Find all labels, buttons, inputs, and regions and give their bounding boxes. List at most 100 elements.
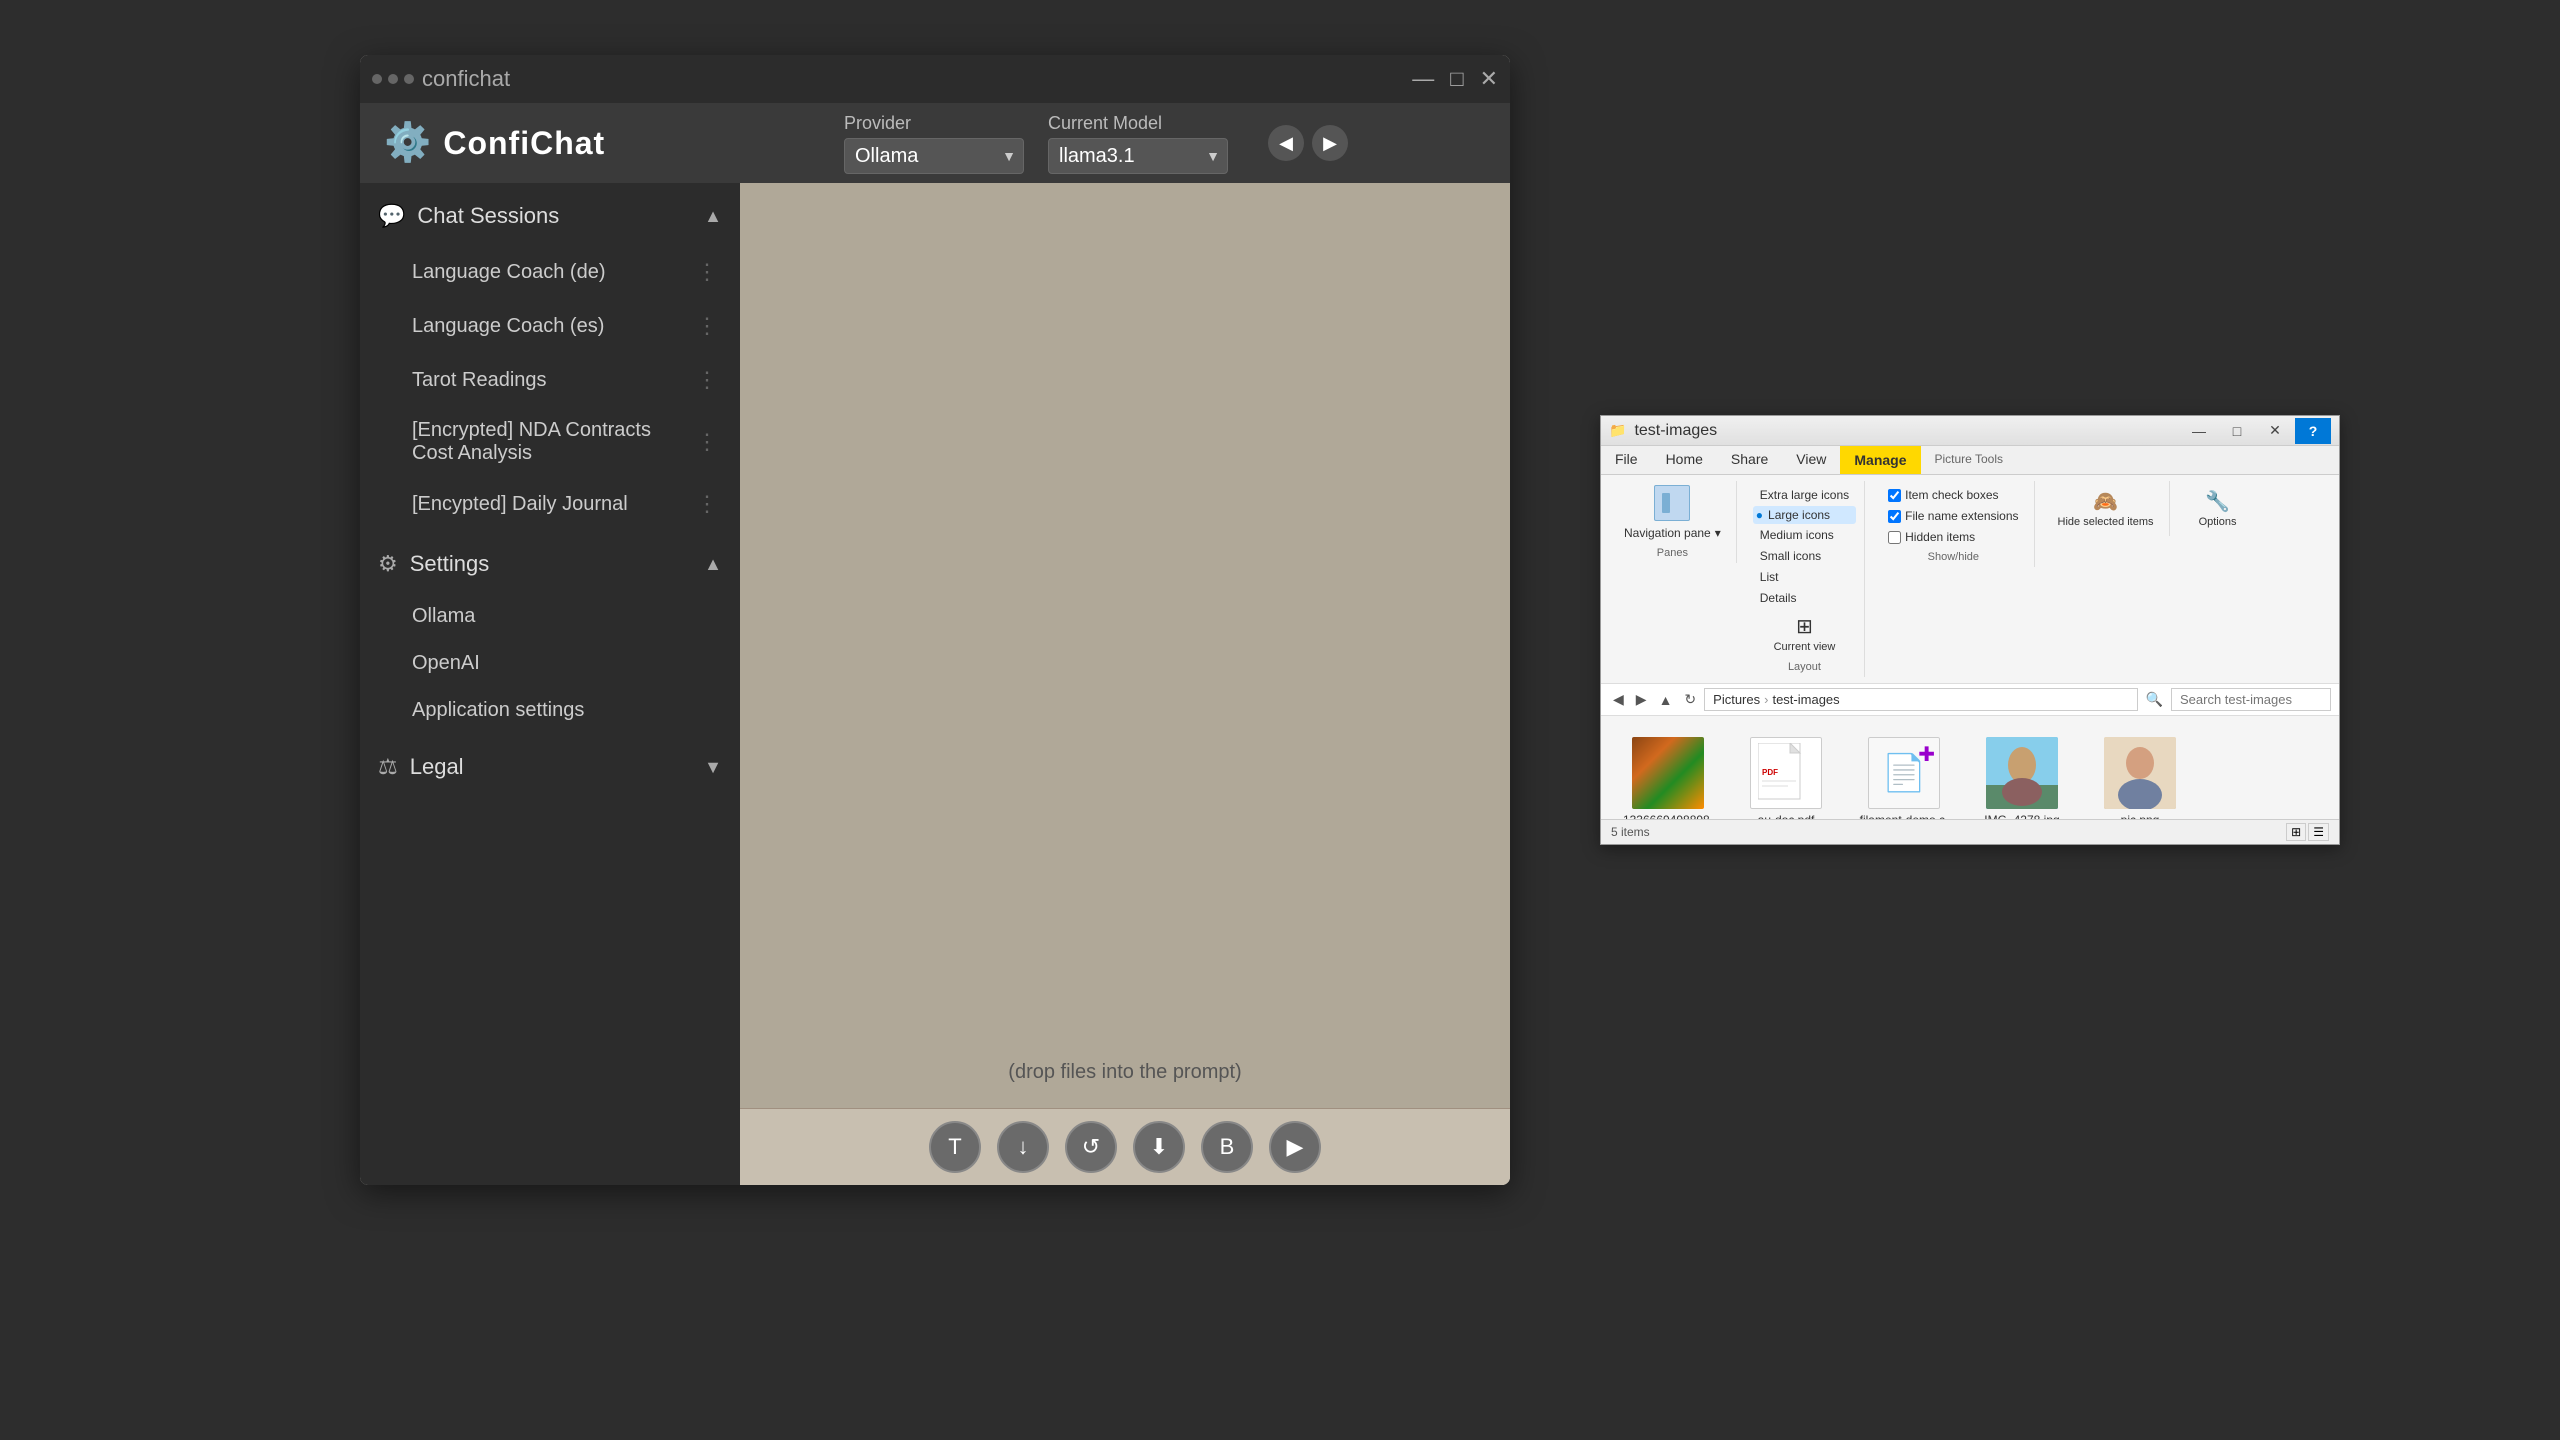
file-name-extensions-label: File name extensions	[1905, 509, 2018, 523]
model-select[interactable]: llama3.1 llama2 mistral	[1048, 138, 1228, 174]
toolbar-btn-send[interactable]: ▶	[1269, 1121, 1321, 1173]
explorer-window: 📁 test-images — □ ✕ ? File Home Share Vi…	[1600, 415, 2340, 845]
file-item-img4278[interactable]: IMG_4278.jpg	[1967, 728, 2077, 819]
nav-arrows: ◀ ▶	[1268, 125, 1348, 161]
provider-select[interactable]: Ollama OpenAI	[844, 138, 1024, 174]
refresh-address-button[interactable]: ↻	[1680, 689, 1700, 710]
chat-messages: (drop files into the prompt)	[740, 183, 1510, 1108]
extra-large-label: Extra large icons	[1760, 488, 1849, 502]
file-name-extensions-option[interactable]: File name extensions	[1881, 506, 2025, 526]
ribbon-tab-home[interactable]: Home	[1652, 446, 1717, 474]
file-thumb-food	[1632, 737, 1704, 809]
file-item-pdf[interactable]: PDF au-doc.pdf	[1731, 728, 1841, 819]
prev-button[interactable]: ◀	[1268, 125, 1304, 161]
sidebar-item-label-es: Language Coach (es)	[412, 315, 692, 338]
toolbar-btn-refresh[interactable]: ↺	[1065, 1121, 1117, 1173]
item-menu-nda[interactable]: ⋮	[692, 427, 722, 457]
hide-selected-button[interactable]: 🙈 Hide selected items	[2051, 485, 2161, 532]
file-thumb-img4278	[1986, 737, 2058, 809]
view-small[interactable]: Small icons	[1753, 546, 1856, 566]
ribbon-tab-share[interactable]: Share	[1717, 446, 1782, 474]
sidebar-item-ollama[interactable]: Ollama	[360, 593, 740, 640]
explorer-maximize-button[interactable]: □	[2219, 418, 2255, 444]
up-button[interactable]: ▲	[1655, 690, 1677, 710]
ribbon-group-options: 🔧 Options	[2178, 481, 2258, 536]
ribbon-group-layout: Extra large icons ● Large icons Medium i…	[1745, 481, 1865, 677]
view-details[interactable]: Details	[1753, 588, 1856, 608]
win-dot-red	[372, 74, 382, 84]
search-toggle-button[interactable]: 🔍	[2142, 689, 2167, 710]
search-input[interactable]	[2171, 688, 2331, 711]
status-view-grid-button[interactable]: ⊞	[2286, 823, 2306, 841]
layout-group-label: Layout	[1788, 661, 1821, 673]
explorer-ribbon: File Home Share View Manage Picture Tool…	[1601, 446, 2339, 684]
explorer-help-button[interactable]: ?	[2295, 418, 2331, 444]
status-view-buttons: ⊞ ☰	[2286, 823, 2329, 841]
explorer-content: 1336669498898.jpg PDF au-doc.pdf	[1601, 716, 2339, 819]
item-menu-journal[interactable]: ⋮	[692, 489, 722, 519]
current-view-button[interactable]: ⊞ Current view	[1767, 610, 1843, 657]
file-item-food[interactable]: 1336669498898.jpg	[1613, 728, 1723, 819]
view-large[interactable]: ● Large icons	[1753, 506, 1856, 524]
view-extra-large[interactable]: Extra large icons	[1753, 485, 1856, 505]
nav-pane-dropdown-icon: ▾	[1715, 526, 1721, 540]
address-path[interactable]: Pictures › test-images	[1704, 688, 2137, 711]
view-medium[interactable]: Medium icons	[1753, 525, 1856, 545]
next-button[interactable]: ▶	[1312, 125, 1348, 161]
item-menu-es[interactable]: ⋮	[692, 311, 722, 341]
item-checkboxes-checkbox[interactable]	[1888, 489, 1901, 502]
explorer-titlebar: 📁 test-images — □ ✕ ?	[1601, 416, 2339, 446]
view-list[interactable]: List	[1753, 567, 1856, 587]
file-item-filament[interactable]: 📄 ✚ filament-demo.c.pp	[1849, 728, 1959, 819]
item-menu-tarot[interactable]: ⋮	[692, 365, 722, 395]
status-view-list-button[interactable]: ☰	[2308, 823, 2329, 841]
toolbar-btn-text[interactable]: T	[929, 1121, 981, 1173]
chat-sessions-header[interactable]: 💬 Chat Sessions ▲	[360, 187, 740, 245]
window-title: confichat	[422, 66, 510, 92]
forward-button[interactable]: ▶	[1632, 689, 1651, 710]
hidden-items-label: Hidden items	[1905, 530, 1975, 544]
legal-icon: ⚖	[378, 754, 398, 780]
ribbon-tab-file[interactable]: File	[1601, 446, 1652, 474]
sidebar-item-journal[interactable]: [Encypted] Daily Journal ⋮	[360, 477, 740, 531]
toolbar-btn-download[interactable]: ↓	[997, 1121, 1049, 1173]
sidebar-item-nda[interactable]: [Encrypted] NDA Contracts Cost Analysis …	[360, 407, 740, 477]
sidebar-item-app-settings[interactable]: Application settings	[360, 687, 740, 734]
desktop: confichat — □ ✕ ⚙️ ConfiChat Provider Ol…	[0, 0, 2560, 1440]
minimize-button[interactable]: —	[1412, 68, 1434, 90]
toolbar-btn-bold[interactable]: B	[1201, 1121, 1253, 1173]
ribbon-tab-view[interactable]: View	[1782, 446, 1840, 474]
explorer-close-button[interactable]: ✕	[2257, 418, 2293, 444]
sidebar-item-label-de: Language Coach (de)	[412, 261, 692, 284]
item-menu-de[interactable]: ⋮	[692, 257, 722, 287]
hidden-items-checkbox[interactable]	[1888, 531, 1901, 544]
maximize-button[interactable]: □	[1450, 68, 1463, 90]
close-button[interactable]: ✕	[1480, 68, 1498, 90]
file-item-pic[interactable]: pic.png	[2085, 728, 2195, 819]
legal-toggle-icon: ▼	[704, 757, 722, 778]
ribbon-tab-picture-tools[interactable]: Picture Tools	[1921, 446, 2017, 474]
ribbon-tab-manage[interactable]: Manage	[1840, 446, 1920, 474]
hide-selected-label: Hide selected items	[2058, 516, 2154, 528]
sidebar-item-openai[interactable]: OpenAI	[360, 640, 740, 687]
win-dot-yellow	[388, 74, 398, 84]
header-controls: Provider Ollama OpenAI ▼ Current Model l…	[844, 113, 1348, 174]
back-button[interactable]: ◀	[1609, 689, 1628, 710]
file-name-extensions-checkbox[interactable]	[1888, 510, 1901, 523]
legal-header[interactable]: ⚖ Legal ▼	[360, 738, 740, 796]
sidebar-item-label-openai: OpenAI	[412, 652, 722, 675]
sidebar-item-tarot[interactable]: Tarot Readings ⋮	[360, 353, 740, 407]
toolbar-btn-export[interactable]: ⬇	[1133, 1121, 1185, 1173]
nav-pane-button[interactable]: Navigation pane ▾	[1617, 523, 1728, 543]
path-test-images: test-images	[1772, 692, 1839, 707]
sidebar-item-language-coach-de[interactable]: Language Coach (de) ⋮	[360, 245, 740, 299]
explorer-minimize-button[interactable]: —	[2181, 418, 2217, 444]
item-checkboxes-option[interactable]: Item check boxes	[1881, 485, 2025, 505]
nav-pane-label: Navigation pane	[1624, 526, 1711, 540]
options-button[interactable]: 🔧 Options	[2192, 485, 2244, 532]
window-titlebar: confichat — □ ✕	[360, 55, 1510, 103]
settings-header[interactable]: ⚙ Settings ▲	[360, 535, 740, 593]
sidebar-item-language-coach-es[interactable]: Language Coach (es) ⋮	[360, 299, 740, 353]
hidden-items-option[interactable]: Hidden items	[1881, 527, 2025, 547]
ribbon-content: Navigation pane ▾ Panes Extra large icon…	[1601, 475, 2339, 684]
